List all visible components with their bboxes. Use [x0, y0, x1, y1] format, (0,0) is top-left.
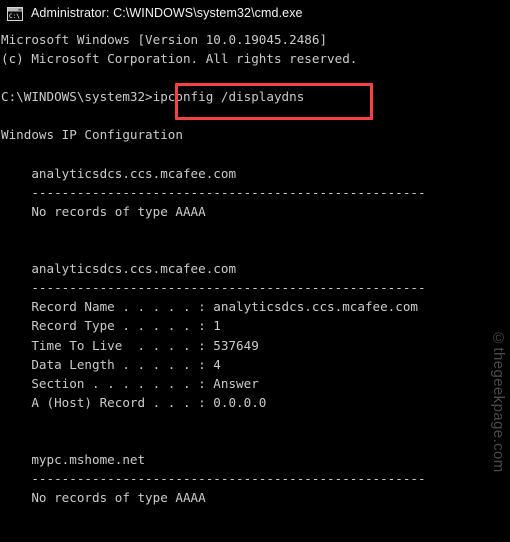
console-prompt-line: C:\WINDOWS\system32>ipconfig /displaydns — [1, 89, 305, 105]
console-separator-line: ----------------------------------------… — [1, 280, 426, 296]
console-output-area[interactable]: Microsoft Windows [Version 10.0.19045.24… — [0, 26, 510, 542]
console-line: A (Host) Record . . . : 0.0.0.0 — [1, 394, 267, 410]
console-line: Record Name . . . . . : analyticsdcs.ccs… — [1, 299, 419, 315]
console-line: Windows IP Configuration — [1, 127, 183, 143]
console-line: mypc.mshome.net — [1, 452, 146, 468]
console-line: No records of type AAAA — [1, 203, 206, 219]
console-line: analyticsdcs.ccs.mcafee.com — [1, 261, 237, 277]
console-line: Data Length . . . . . : 4 — [1, 356, 221, 372]
console-line: Microsoft Windows [Version 10.0.19045.24… — [1, 32, 328, 47]
console-line: Time To Live . . . . : 537649 — [1, 337, 259, 353]
console-line: analyticsdcs.ccs.mcafee.com — [1, 165, 237, 181]
console-line: No records of type AAAA — [1, 490, 206, 506]
console-window-icon: C:\ — [7, 6, 23, 21]
watermark-text: ©thegeekpage.com — [490, 330, 507, 473]
cmd-console-window: C:\ Administrator: C:\WINDOWS\system32\c… — [0, 0, 510, 542]
window-title-text: Administrator: C:\WINDOWS\system32\cmd.e… — [31, 6, 303, 20]
window-titlebar[interactable]: C:\ Administrator: C:\WINDOWS\system32\c… — [0, 0, 510, 26]
console-line: Section . . . . . . . : Answer — [1, 375, 259, 391]
svg-text:C:\: C:\ — [9, 13, 20, 20]
console-line: (c) Microsoft Corporation. All rights re… — [1, 51, 358, 67]
console-line: Record Type . . . . . : 1 — [1, 318, 221, 334]
console-separator-line: ----------------------------------------… — [1, 471, 426, 487]
console-separator-line: ----------------------------------------… — [1, 184, 426, 200]
